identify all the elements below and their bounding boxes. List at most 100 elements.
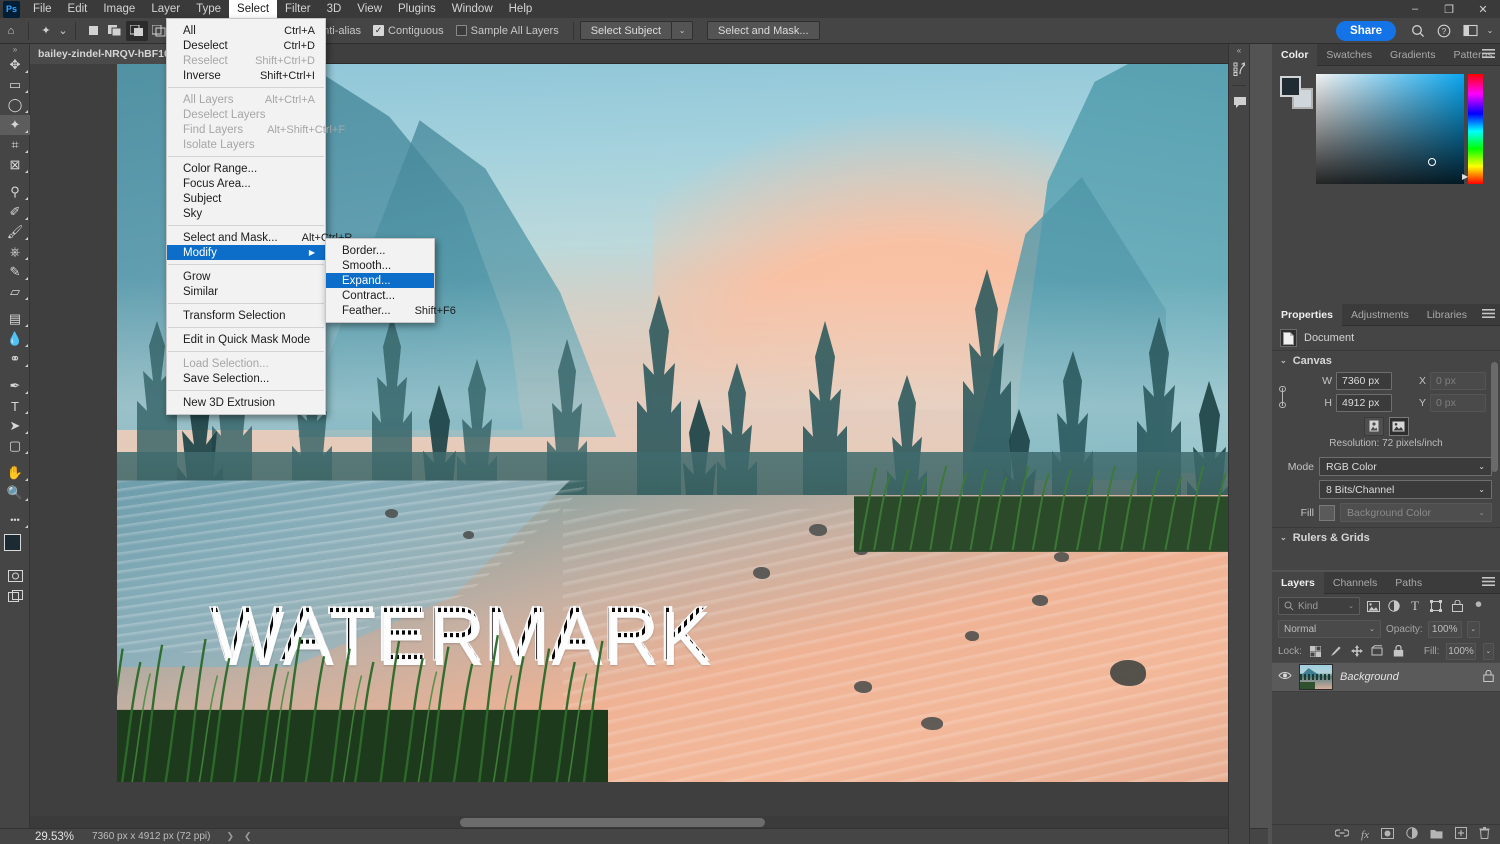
delete-layer-icon[interactable]: [1479, 827, 1490, 842]
menu-item-save-selection[interactable]: Save Selection...: [167, 371, 325, 386]
color-field[interactable]: [1316, 74, 1464, 184]
eyedropper-tool-icon[interactable]: ⚲: [0, 182, 30, 202]
menu-item-inverse[interactable]: InverseShift+Ctrl+I: [167, 68, 325, 83]
submenu-item-expand[interactable]: Expand...: [326, 273, 434, 288]
magic-wand-tool-icon[interactable]: ✦: [35, 21, 57, 41]
layer-locked-icon[interactable]: [1483, 670, 1494, 685]
canvas-x-input[interactable]: 0 px: [1430, 372, 1486, 390]
select-menu-dropdown[interactable]: AllCtrl+ADeselectCtrl+DReselectShift+Ctr…: [166, 18, 326, 415]
panel-menu-icon[interactable]: [1482, 48, 1495, 62]
workspace-chevron-down-icon[interactable]: ⌄: [1484, 20, 1496, 42]
tab-libraries[interactable]: Libraries: [1418, 304, 1476, 326]
hand-tool-icon[interactable]: ✋: [0, 463, 30, 483]
new-group-icon[interactable]: [1430, 828, 1443, 842]
layer-visibility-icon[interactable]: [1278, 671, 1292, 683]
gradient-tool-icon[interactable]: ▤: [0, 309, 30, 329]
submenu-item-contract[interactable]: Contract...: [326, 288, 434, 303]
frame-tool-icon[interactable]: ⊠: [0, 155, 30, 175]
edit-toolbar-ellipsis-icon[interactable]: •••: [0, 510, 30, 530]
filter-toggle-icon[interactable]: [1470, 598, 1486, 614]
shape-filter-icon[interactable]: [1428, 598, 1444, 614]
menu-item-all[interactable]: AllCtrl+A: [167, 23, 325, 38]
type-filter-icon[interactable]: T: [1407, 598, 1423, 614]
eraser-tool-icon[interactable]: ▱: [0, 282, 30, 302]
menu-item-window[interactable]: Window: [444, 0, 501, 18]
share-button[interactable]: Share: [1336, 21, 1396, 41]
menu-item-filter[interactable]: Filter: [277, 0, 319, 18]
move-tool-icon[interactable]: ✥: [0, 55, 30, 75]
history-icon[interactable]: [1229, 56, 1251, 82]
menu-item-sky[interactable]: Sky: [167, 206, 325, 221]
layer-filter-kind-select[interactable]: Kind ⌄: [1278, 597, 1360, 615]
layer-style-icon[interactable]: fx: [1361, 829, 1369, 841]
canvas-y-input[interactable]: 0 px: [1430, 394, 1486, 412]
fill-type-select[interactable]: Background Color ⌄: [1340, 503, 1492, 522]
menu-item-deselect[interactable]: DeselectCtrl+D: [167, 38, 325, 53]
lock-image-icon[interactable]: [1330, 643, 1344, 659]
menu-item-type[interactable]: Type: [188, 0, 229, 18]
magic-wand-tool-icon[interactable]: ✦: [0, 115, 30, 135]
document-tab[interactable]: bailey-zindel-NRQV-hBF10M-u: [30, 44, 180, 64]
properties-scroll-thumb[interactable]: [1491, 362, 1498, 472]
smart-object-filter-icon[interactable]: [1449, 598, 1465, 614]
contiguous-checkbox[interactable]: ✓ Contiguous: [373, 25, 444, 37]
canvas-width-input[interactable]: 7360 px: [1336, 372, 1392, 390]
menu-item-file[interactable]: File: [25, 0, 60, 18]
panel-menu-icon[interactable]: [1482, 576, 1495, 590]
screen-mode-icon[interactable]: [0, 586, 30, 606]
lock-artboard-icon[interactable]: [1371, 643, 1385, 659]
select-subject-button[interactable]: Select Subject: [580, 21, 672, 40]
zoom-level[interactable]: 29.53%: [35, 831, 74, 843]
opacity-stepper-icon[interactable]: ⌄: [1467, 621, 1480, 638]
rulers-grids-section-header[interactable]: ⌄ Rulers & Grids: [1272, 527, 1500, 547]
menu-item-color-range[interactable]: Color Range...: [167, 161, 325, 176]
tab-layers[interactable]: Layers: [1272, 572, 1324, 594]
quick-mask-icon[interactable]: [0, 566, 30, 586]
menu-item-view[interactable]: View: [349, 0, 390, 18]
canvas-horizontal-scroll-thumb[interactable]: [460, 818, 765, 827]
layer-mask-icon[interactable]: [1381, 828, 1394, 842]
lasso-tool-icon[interactable]: ◯: [0, 95, 30, 115]
fill-color-swatch[interactable]: [1319, 505, 1335, 521]
tool-foreground-color-swatch[interactable]: [4, 534, 21, 551]
fill-stepper-icon[interactable]: ⌄: [1483, 643, 1494, 660]
path-selection-tool-icon[interactable]: ➤: [0, 416, 30, 436]
pixel-filter-icon[interactable]: [1365, 598, 1381, 614]
comments-icon[interactable]: [1229, 89, 1251, 115]
menu-item-modify[interactable]: Modify▶: [167, 245, 325, 260]
submenu-item-smooth[interactable]: Smooth...: [326, 258, 434, 273]
adjustment-filter-icon[interactable]: [1386, 598, 1402, 614]
help-icon[interactable]: ?: [1432, 20, 1456, 42]
status-prev-icon[interactable]: ❮: [244, 831, 252, 842]
canvas-height-input[interactable]: 4912 px: [1336, 394, 1392, 412]
bit-depth-select[interactable]: 8 Bits/Channel ⌄: [1319, 480, 1492, 499]
lock-position-icon[interactable]: [1350, 643, 1364, 659]
chevron-down-icon[interactable]: ⌄: [57, 21, 69, 41]
menu-item-select-and-mask[interactable]: Select and Mask...Alt+Ctrl+R: [167, 230, 325, 245]
portrait-orientation-button[interactable]: [1364, 417, 1384, 436]
select-subject-dropdown-icon[interactable]: ⌄: [672, 21, 693, 40]
toolbar-collapse-handle[interactable]: »: [0, 44, 29, 55]
menu-item-layer[interactable]: Layer: [143, 0, 188, 18]
expand-panels-icon[interactable]: «: [1229, 44, 1249, 56]
menu-item-focus-area[interactable]: Focus Area...: [167, 176, 325, 191]
tab-gradients[interactable]: Gradients: [1381, 44, 1445, 66]
workspace-icon[interactable]: [1458, 20, 1482, 42]
tool-color-swatches[interactable]: [0, 532, 30, 566]
type-tool-icon[interactable]: T: [0, 396, 30, 416]
blend-mode-select[interactable]: Normal ⌄: [1278, 620, 1381, 638]
layer-name[interactable]: Background: [1340, 671, 1476, 683]
foreground-color-swatch[interactable]: [1280, 76, 1301, 97]
link-dimensions-icon[interactable]: [1278, 386, 1287, 411]
color-swatches[interactable]: [1280, 76, 1310, 104]
maximize-restore-button[interactable]: ❐: [1432, 0, 1466, 18]
pen-tool-icon[interactable]: ✒: [0, 376, 30, 396]
lock-transparency-icon[interactable]: [1309, 643, 1323, 659]
add-to-selection-icon[interactable]: [104, 21, 126, 41]
menu-item-select[interactable]: Select: [229, 0, 277, 18]
blur-tool-icon[interactable]: 💧: [0, 329, 30, 349]
brush-tool-icon[interactable]: 🖌: [0, 222, 30, 242]
color-mode-select[interactable]: RGB Color ⌄: [1319, 457, 1492, 476]
search-icon[interactable]: [1406, 20, 1430, 42]
tab-channels[interactable]: Channels: [1324, 572, 1386, 594]
